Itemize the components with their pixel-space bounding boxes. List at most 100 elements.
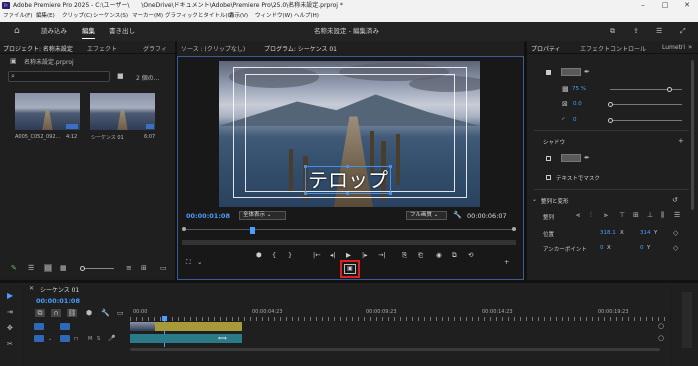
zoom-level-dropdown[interactable]: 全体表示 ⌄ — [239, 211, 286, 220]
corner-radius-slider[interactable] — [610, 120, 682, 121]
play-icon[interactable]: ▶ — [346, 251, 351, 259]
new-bin-icon[interactable]: ■ — [117, 72, 124, 80]
menu-file[interactable]: ファイル(F) — [3, 11, 32, 22]
properties-scrollbar[interactable] — [691, 60, 694, 210]
opacity-slider-knob[interactable] — [667, 87, 672, 92]
zoom-scrollbar-left-handle[interactable] — [182, 227, 186, 231]
position-keyframe-icon[interactable]: ◇ — [673, 229, 678, 237]
menu-edit[interactable]: 編集(E) — [36, 11, 55, 22]
zoom-scrollbar-right-handle[interactable] — [512, 227, 516, 231]
tab-effects[interactable]: エフェクト — [87, 44, 117, 53]
track-a1-source-patch[interactable] — [34, 335, 44, 342]
tab-sequence[interactable]: シーケンス 01 — [40, 285, 79, 294]
tab-import[interactable]: 読み込み — [41, 22, 67, 41]
track-v1-target[interactable] — [60, 323, 70, 330]
ripple-edit-tool-icon[interactable]: ✥ — [7, 324, 13, 332]
timeline-ruler[interactable] — [130, 317, 670, 321]
workspaces-icon[interactable]: ⧉ — [610, 27, 615, 35]
step-back-icon[interactable]: ◂| — [330, 251, 335, 259]
align-center-h-icon[interactable]: ⫶ — [590, 211, 592, 219]
telop-text[interactable]: テロップ — [305, 166, 391, 194]
stroke-width-slider[interactable] — [610, 104, 682, 105]
align-right-icon[interactable]: ⫸ — [604, 211, 608, 219]
timeline-settings-icon[interactable]: 🔧 — [101, 309, 110, 317]
linked-selection-icon[interactable]: ⛓ — [67, 309, 77, 317]
captions-icon[interactable]: ▭ — [117, 309, 124, 317]
fullscreen-icon[interactable]: ⤢ — [680, 27, 686, 35]
snap-icon[interactable]: ∩ — [51, 309, 61, 317]
shadow-eyedropper-icon[interactable]: ✒ — [584, 154, 590, 162]
stroke-width-value[interactable]: 0.0 — [573, 101, 582, 107]
tab-export[interactable]: 書き出し — [109, 22, 135, 41]
shadow-color-swatch[interactable] — [561, 154, 581, 162]
tab-project[interactable]: プロジェクト: 名称未設定 — [3, 44, 73, 53]
add-marker-timeline-icon[interactable]: ⬢ — [86, 309, 92, 317]
export-frame-icon[interactable]: ◉ — [436, 251, 442, 259]
button-editor-icon[interactable]: + — [504, 258, 509, 266]
tab-source[interactable]: ソース : (クリップなし) — [181, 44, 245, 53]
menu-sequence[interactable]: シーケンス(S) — [93, 11, 128, 22]
opacity-value[interactable]: 75 % — [572, 86, 586, 92]
monitor-time-ruler[interactable] — [182, 240, 516, 245]
selection-tool-icon[interactable]: ▶ — [7, 292, 13, 300]
search-input[interactable] — [8, 71, 110, 82]
razor-tool-icon[interactable]: ✂ — [7, 340, 13, 348]
fill-checkbox[interactable] — [546, 70, 551, 75]
corner-radius-slider-knob[interactable] — [608, 118, 613, 123]
anchor-x-value[interactable]: 0 — [600, 245, 604, 251]
new-item-icon[interactable]: ▭ — [160, 264, 167, 272]
share-icon[interactable]: ⇪ — [633, 27, 639, 35]
close-icon[interactable]: ✕ — [676, 0, 698, 11]
distribute-v-icon[interactable]: ☰ — [674, 211, 680, 219]
menu-graphics[interactable]: グラフィックとタイトル(G) — [165, 11, 234, 22]
distribute-h-icon[interactable]: ⫼ — [661, 211, 664, 219]
track-select-tool-icon[interactable]: ⇥ — [7, 308, 13, 316]
track-scroll-up-icon[interactable]: ○ — [658, 322, 664, 330]
position-x-value[interactable]: 318.1 — [600, 230, 616, 236]
timeline-horizontal-scrollbar[interactable] — [130, 348, 660, 351]
wrench-icon[interactable]: 🔧 — [453, 211, 462, 219]
tab-edit[interactable]: 編集 — [82, 22, 95, 41]
playback-resolution-dropdown[interactable]: フル画質 ⌄ — [406, 211, 447, 220]
section-chevron-icon[interactable]: ⌄ — [532, 196, 537, 204]
anchor-y-value[interactable]: 0 — [640, 245, 644, 251]
menu-clip[interactable]: クリップ(C) — [62, 11, 92, 22]
playhead-timecode[interactable]: 00:00:01:08 — [186, 212, 230, 220]
fill-color-swatch[interactable] — [561, 68, 581, 76]
position-y-value[interactable]: 314 — [640, 230, 651, 236]
add-shadow-icon[interactable]: + — [678, 137, 684, 145]
icon-close-sequence[interactable]: ✕ — [29, 285, 34, 292]
overwrite-icon[interactable]: ⎗ — [418, 251, 423, 259]
track-v1-source-patch[interactable] — [34, 323, 44, 330]
insert-icon[interactable]: ⎘ — [402, 251, 407, 259]
step-forward-icon[interactable]: |▸ — [362, 251, 367, 259]
align-transform-section[interactable]: 整列と変形 — [541, 197, 569, 205]
tab-effect-controls[interactable]: エフェクトコントロール — [580, 44, 646, 53]
align-middle-v-icon[interactable]: ⊞ — [633, 211, 639, 219]
multi-camera-icon[interactable]: ⟲ — [468, 251, 473, 259]
tab-program[interactable]: プログラム: シーケンス 01 — [264, 44, 337, 53]
icon-view-icon[interactable]: ▤ — [44, 264, 52, 272]
zoom-scrollbar[interactable] — [182, 229, 516, 230]
shadow-checkbox[interactable] — [546, 156, 551, 161]
mark-in-icon[interactable]: { — [272, 251, 276, 259]
menu-window[interactable]: ウィンドウ(W) — [255, 11, 292, 22]
anchor-keyframe-icon[interactable]: ◇ — [673, 244, 678, 252]
maximize-icon[interactable]: □ — [654, 0, 676, 11]
pencil-icon[interactable]: ✎ — [11, 264, 17, 272]
align-top-icon[interactable]: ⊤ — [619, 211, 625, 219]
nest-icon[interactable]: ⧉ — [35, 309, 45, 317]
go-to-out-icon[interactable]: →| — [378, 251, 386, 259]
monitor-settings-icon[interactable]: ⛶ — [186, 258, 191, 266]
eyedropper-icon[interactable]: ✒ — [584, 68, 590, 76]
tab-lumetri[interactable]: Lumetri — [662, 44, 685, 51]
monitor-settings-chevron-icon[interactable]: ⌄ — [197, 258, 202, 266]
align-bottom-icon[interactable]: ⊥ — [647, 211, 653, 219]
timeline-timecode[interactable]: 00:00:01:08 — [36, 297, 80, 305]
menu-marker[interactable]: マーカー(M) — [132, 11, 163, 22]
align-left-icon[interactable]: ⫷ — [576, 211, 580, 219]
corner-radius-value[interactable]: 0 — [573, 117, 577, 123]
tab-properties[interactable]: プロパティ — [531, 44, 561, 53]
menu-help[interactable]: ヘルプ(H) — [294, 11, 319, 22]
freeform-view-icon[interactable]: ▦ — [60, 264, 67, 272]
